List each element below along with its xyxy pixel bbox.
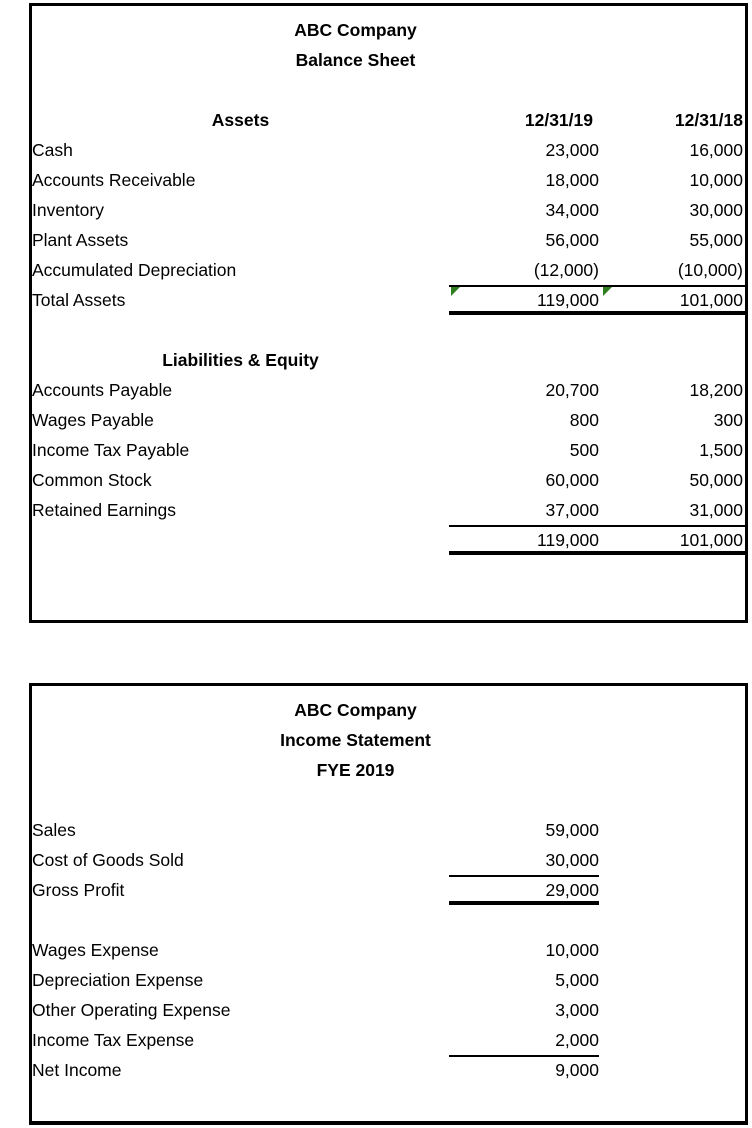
row-value: 2,000 [555,1030,599,1050]
table-row: Accumulated Depreciation (12,000) (10,00… [32,255,745,285]
section-header-liabilities-equity: Liabilities & Equity [162,350,319,370]
balance-sheet-table: ABC Company Balance Sheet Assets 12/31/1… [29,3,748,623]
income-statement-grid: Sales 59,000 Cost of Goods Sold 30,000 G… [32,785,745,1085]
table-row: Common Stock 60,000 50,000 [32,465,745,495]
net-income-row: Net Income 9,000 [32,1055,745,1085]
table-row: Wages Expense 10,000 [32,935,745,965]
row-value-2018: 18,200 [689,380,743,400]
row-label: Plant Assets [32,230,129,250]
table-row: Plant Assets 56,000 55,000 [32,225,745,255]
row-label: Common Stock [32,470,152,490]
spacer-row [32,75,745,105]
row-value-2018: (10,000) [677,260,743,280]
total-assets-value-2019: 119,000 [449,285,599,315]
row-label: Income Tax Expense [32,1030,195,1050]
row-value-2018: 16,000 [689,140,743,160]
income-statement-title-company: ABC Company [294,700,417,720]
row-label: Other Operating Expense [32,1000,231,1020]
total-assets-value-2018: 101,000 [599,285,745,315]
table-row: Accounts Receivable 18,000 10,000 [32,165,745,195]
total-assets-value-2019-text: 119,000 [537,290,599,310]
income-statement-title-statement: Income Statement [280,730,431,750]
row-value-2019: 20,700 [545,380,599,400]
balance-sheet-title-statement: Balance Sheet [295,50,416,70]
row-label: Accounts Receivable [32,170,196,190]
row-label: Sales [32,820,76,840]
net-income-label: Net Income [32,1060,122,1080]
column-header-2018: 12/31/18 [674,110,743,130]
row-value-2019: 56,000 [545,230,599,250]
row-label: Inventory [32,200,104,220]
row-value-2019: 34,000 [545,200,599,220]
table-row: Wages Payable 800 300 [32,405,745,435]
row-value-2018: 31,000 [689,500,743,520]
row-label: Retained Earnings [32,500,176,520]
total-liabilities-equity-value-2018: 101,000 [599,525,745,555]
row-label: Cost of Goods Sold [32,850,184,870]
section-header-assets: Assets [211,110,270,130]
table-row: Accounts Payable 20,700 18,200 [32,375,745,405]
total-assets-value-2018-text: 101,000 [679,290,743,310]
row-value-2018: 1,500 [699,440,743,460]
row-value: 30,000 [545,850,599,870]
income-statement-titles: ABC Company Income Statement FYE 2019 [32,686,745,785]
income-statement-table: ABC Company Income Statement FYE 2019 Sa… [29,683,748,1125]
income-statement-title-period: FYE 2019 [316,760,395,780]
table-row: Cash 23,000 16,000 [32,135,745,165]
row-label: Accounts Payable [32,380,173,400]
spacer-row [32,905,745,935]
gross-profit-row: Gross Profit 29,000 [32,875,745,905]
row-value-2018: 300 [713,410,743,430]
row-label: Wages Payable [32,410,154,430]
error-flag-icon [603,287,612,296]
row-label: Cash [32,140,73,160]
row-value-2018: 10,000 [689,170,743,190]
balance-sheet-titles: ABC Company Balance Sheet [32,6,745,75]
row-label: Depreciation Expense [32,970,204,990]
row-value-2019: 800 [569,410,599,430]
row-value: 10,000 [545,940,599,960]
balance-sheet-title-company: ABC Company [294,20,417,40]
table-row: Sales 59,000 [32,815,745,845]
row-value-2018: 55,000 [689,230,743,250]
column-header-2019: 12/31/19 [524,110,593,130]
row-value: 3,000 [555,1000,599,1020]
spacer-row [32,785,745,815]
row-value-2019: 18,000 [545,170,599,190]
row-label: Income Tax Payable [32,440,190,460]
table-row: Income Tax Payable 500 1,500 [32,435,745,465]
error-flag-icon [451,287,460,296]
table-row: Retained Earnings 37,000 31,000 [32,495,745,525]
row-value: 59,000 [545,820,599,840]
total-liabilities-equity-value-2019: 119,000 [449,525,599,555]
total-assets-label: Total Assets [32,290,126,310]
table-row: Other Operating Expense 3,000 [32,995,745,1025]
balance-sheet-grid: Assets 12/31/19 12/31/18 Cash 23,000 16,… [32,75,745,555]
row-value-2019: (12,000) [533,260,599,280]
gross-profit-value: 29,000 [449,875,599,905]
liabilities-header-row: Liabilities & Equity [32,345,745,375]
table-row: Inventory 34,000 30,000 [32,195,745,225]
assets-header-row: Assets 12/31/19 12/31/18 [32,105,745,135]
row-value-2018: 30,000 [689,200,743,220]
row-value-2018: 50,000 [689,470,743,490]
total-liabilities-equity-row: 119,000 101,000 [32,525,745,555]
row-value-2019: 23,000 [545,140,599,160]
row-value: 5,000 [555,970,599,990]
table-row: Cost of Goods Sold 30,000 [32,845,745,875]
table-row: Depreciation Expense 5,000 [32,965,745,995]
row-value-2019: 500 [569,440,599,460]
row-value-2019: 60,000 [545,470,599,490]
row-label: Accumulated Depreciation [32,260,237,280]
spacer-row [32,315,745,345]
row-label: Wages Expense [32,940,159,960]
row-value-2019: 37,000 [545,500,599,520]
gross-profit-label: Gross Profit [32,880,125,900]
net-income-value: 9,000 [449,1055,599,1085]
table-row: Income Tax Expense 2,000 [32,1025,745,1055]
total-assets-row: Total Assets 119,000 101,000 [32,285,745,315]
total-liabilities-equity-label [32,525,449,555]
